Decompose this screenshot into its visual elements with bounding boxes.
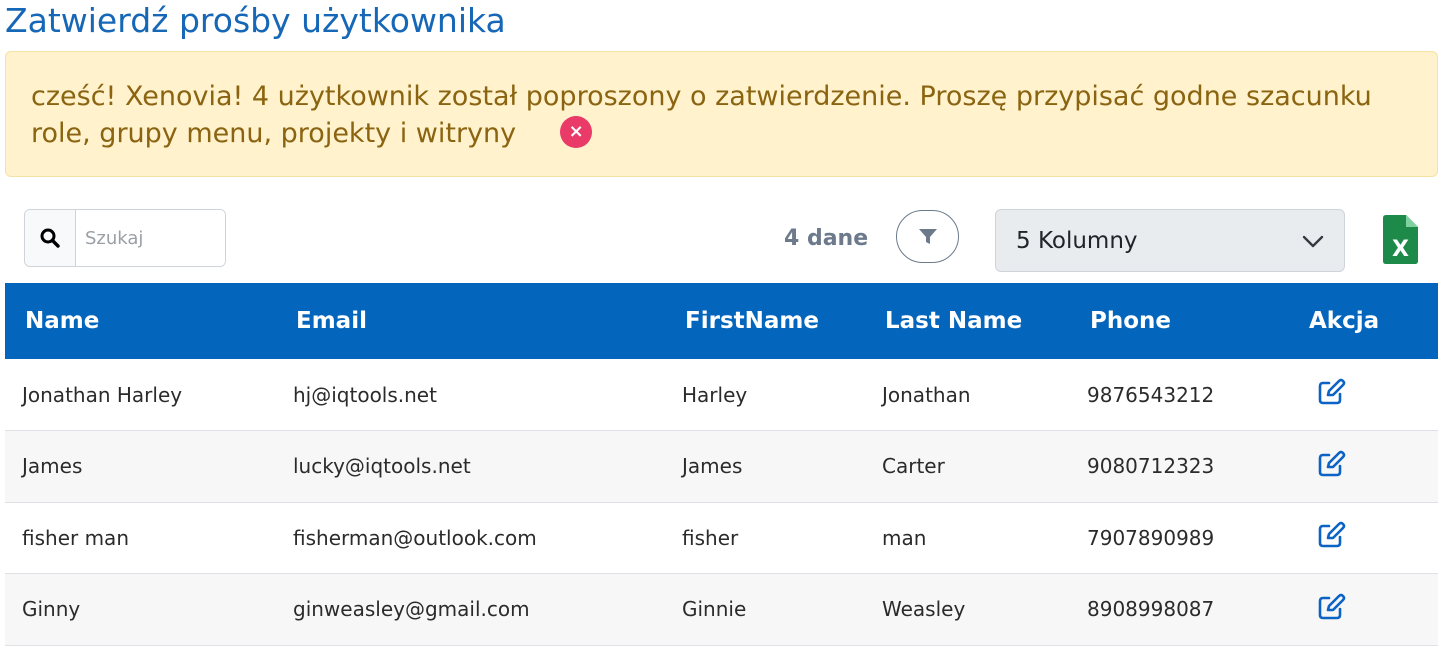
users-table: Name Email FirstName Last Name Phone Akc… (5, 283, 1438, 646)
cell-last-name: Jonathan (865, 359, 1070, 431)
cell-action (1289, 502, 1438, 574)
cell-phone: 8908998087 (1070, 573, 1289, 646)
column-header-lastname[interactable]: Last Name (865, 283, 1070, 359)
cell-email: ginweasley@gmail.com (276, 573, 665, 646)
cell-name: Ginny (5, 573, 276, 646)
columns-select[interactable]: 5 Kolumny (995, 209, 1345, 272)
edit-icon[interactable] (1316, 449, 1346, 484)
cell-email: hj@iqtools.net (276, 359, 665, 431)
cell-first-name: Harley (665, 359, 865, 431)
column-header-firstname[interactable]: FirstName (665, 283, 865, 359)
cell-last-name: Weasley (865, 573, 1070, 646)
cell-last-name: Carter (865, 430, 1070, 503)
edit-icon[interactable] (1316, 377, 1346, 412)
column-header-name[interactable]: Name (5, 283, 276, 359)
cell-phone: 7907890989 (1070, 502, 1289, 574)
cell-action (1289, 430, 1438, 503)
cell-email: lucky@iqtools.net (276, 430, 665, 503)
cell-action (1289, 359, 1438, 431)
table-row: Jonathan Harley hj@iqtools.net Harley Jo… (5, 359, 1438, 431)
search-input[interactable] (76, 210, 225, 266)
excel-export-icon[interactable]: X (1381, 214, 1419, 269)
cell-first-name: James (665, 430, 865, 503)
record-count: 4 dane (784, 226, 869, 251)
column-header-email[interactable]: Email (276, 283, 665, 359)
column-header-action: Akcja (1309, 308, 1380, 334)
alert-close-icon[interactable]: × (560, 115, 593, 148)
edit-icon[interactable] (1316, 520, 1346, 555)
table-header-row: Name Email FirstName Last Name Phone Akc… (5, 283, 1438, 359)
filter-button[interactable] (896, 210, 959, 263)
cell-email: fisherman@outlook.com (276, 502, 665, 574)
chevron-down-icon (1302, 235, 1324, 248)
filter-icon (918, 228, 937, 244)
table-row: Ginny ginweasley@gmail.com Ginnie Weasle… (5, 573, 1438, 646)
cell-phone: 9876543212 (1070, 359, 1289, 431)
cell-first-name: fisher (665, 502, 865, 574)
columns-select-value: 5 Kolumny (1016, 227, 1138, 254)
svg-text:X: X (1392, 237, 1409, 262)
cell-phone: 9080712323 (1070, 430, 1289, 503)
table-row: fisher man fisherman@outlook.com fisher … (5, 502, 1438, 574)
cell-name: fisher man (5, 502, 276, 574)
cell-name: Jonathan Harley (5, 359, 276, 431)
search-icon[interactable] (25, 210, 76, 266)
alert-message: cześć! Xenovia! 4 użytkownik został popr… (31, 81, 1372, 149)
cell-name: James (5, 430, 276, 503)
page-title: Zatwierdź prośby użytkownika (5, 1, 506, 40)
approval-alert: cześć! Xenovia! 4 użytkownik został popr… (5, 51, 1438, 177)
cell-first-name: Ginnie (665, 573, 865, 646)
cell-action (1289, 573, 1438, 646)
search-box (24, 209, 226, 267)
cell-last-name: man (865, 502, 1070, 574)
table-row: James lucky@iqtools.net James Carter 908… (5, 430, 1438, 503)
edit-icon[interactable] (1316, 592, 1346, 627)
column-header-phone[interactable]: Phone (1070, 283, 1289, 359)
